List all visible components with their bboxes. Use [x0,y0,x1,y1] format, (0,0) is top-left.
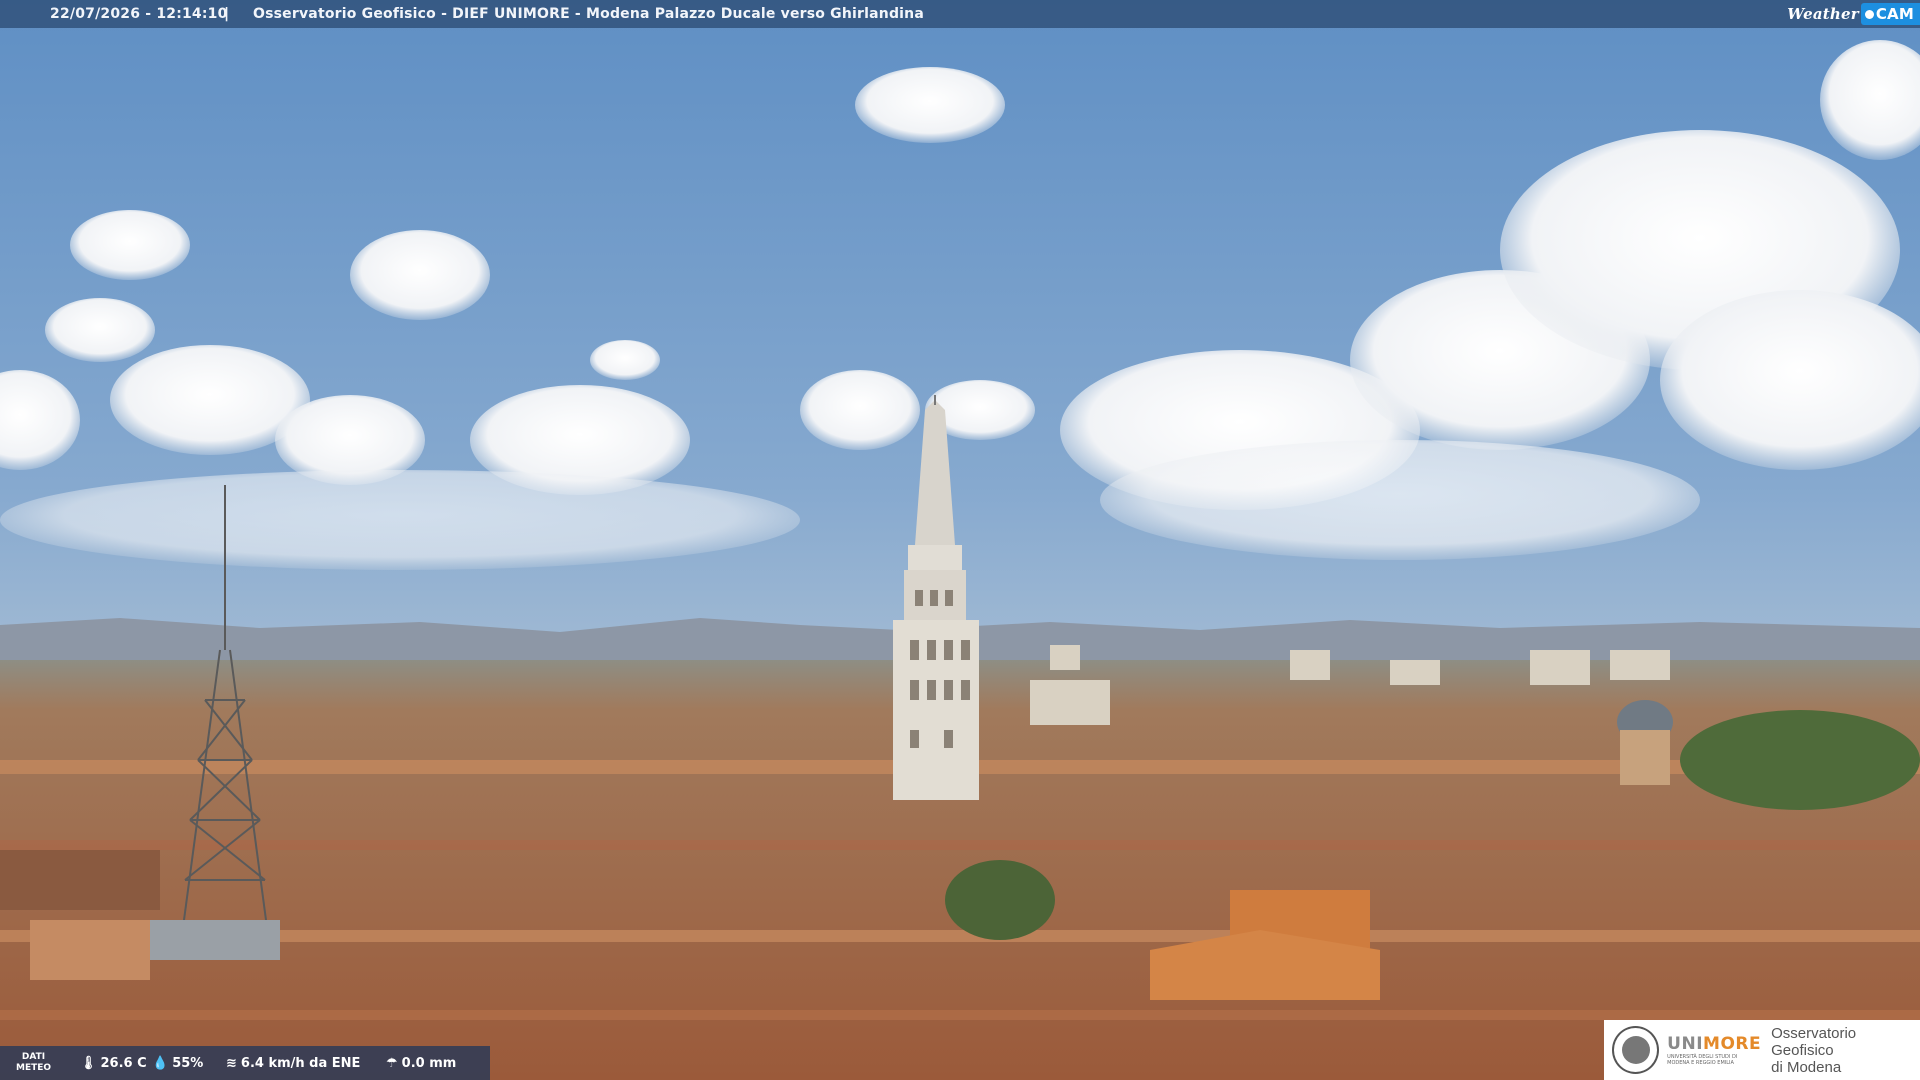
humidity-value: 55% [172,1056,204,1071]
university-seal-icon [1612,1026,1660,1074]
webcam-image [0,0,1920,1080]
wind-value: 6.4 km/h da ENE [240,1056,361,1071]
unimore-wordmark: UNIMORE UNIVERSITÀ DEGLI STUDI DI MODENA… [1667,1034,1761,1066]
rain-reading: ☂ 0.0 mm [386,1056,456,1071]
humidity-reading: 💧 55% [152,1056,203,1071]
timestamp: 22/07/2026 - 12:14:10 [50,6,228,22]
rain-value: 0.0 mm [401,1056,457,1071]
camera-icon [1864,9,1874,19]
meteo-data-bar: DATI METEO 🌡 26.6 C 💧 55% ≋ 6.4 km/h da … [0,1046,490,1080]
unimore-name-prefix: UNI [1667,1034,1704,1054]
cam-badge: CAM [1860,3,1920,25]
humidity-drop-icon: 💧 [152,1056,169,1071]
camera-location-title: Osservatorio Geofisico - DIEF UNIMORE - … [253,6,924,22]
observatory-line1: Osservatorio Geofisico [1771,1024,1857,1059]
meteo-label-line1: DATI [21,1052,46,1062]
unimore-logo-panel: UNIMORE UNIVERSITÀ DEGLI STUDI DI MODENA… [1604,1020,1920,1080]
thermometer-icon: 🌡 [80,1056,97,1071]
separator: | [224,6,230,22]
rain-icon: ☂ [386,1056,398,1071]
unimore-name-suffix: MORE [1703,1034,1762,1054]
wind-reading: ≋ 6.4 km/h da ENE [226,1056,360,1071]
unimore-name: UNIMORE [1667,1034,1761,1054]
weather-label: Weather [1787,5,1859,23]
meteo-label: DATI METEO [16,1052,51,1074]
meteo-label-line2: METEO [16,1063,52,1073]
temperature-reading: 🌡 26.6 C [80,1056,147,1071]
cam-label: CAM [1875,5,1914,23]
weathercam-logo: Weather CAM [1787,1,1920,27]
temperature-value: 26.6 C [100,1056,147,1071]
observatory-name: Osservatorio Geofisico di Modena [1771,1025,1920,1076]
observatory-line2: di Modena [1771,1058,1842,1076]
unimore-subtitle: UNIVERSITÀ DEGLI STUDI DI MODENA E REGGI… [1667,1054,1738,1066]
wind-icon: ≋ [226,1056,237,1071]
top-info-bar: 22/07/2026 - 12:14:10 | Osservatorio Geo… [0,0,1920,28]
